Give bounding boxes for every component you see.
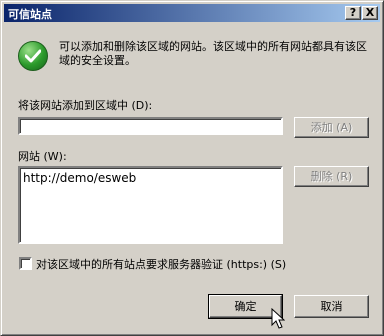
info-text: 可以添加和删除该区域的网站。该区域中的所有网站都具有该区域的安全设置。 bbox=[59, 40, 367, 67]
add-site-label: 将该网站添加到区域中 (D): bbox=[18, 99, 153, 112]
check-shield-icon bbox=[18, 41, 48, 71]
list-item[interactable]: http://demo/esweb bbox=[23, 171, 136, 185]
dialog-window: 可信站点 ? X 可以添加和删除该区域的网站。该区域中的所有网站都具有该区域的安… bbox=[0, 0, 384, 336]
https-checkbox-label[interactable]: 对该区域中的所有站点要求服务器验证 (https:) (S) bbox=[36, 256, 286, 272]
sites-list[interactable]: http://demo/esweb bbox=[18, 166, 283, 244]
title-bar[interactable]: 可信站点 ? X bbox=[4, 4, 380, 22]
mouse-cursor-icon bbox=[271, 308, 285, 329]
remove-button[interactable]: 删除 (R) bbox=[294, 166, 369, 187]
sites-label: 网站 (W): bbox=[18, 150, 67, 163]
add-site-input[interactable] bbox=[18, 117, 283, 135]
help-button[interactable]: ? bbox=[345, 6, 361, 20]
add-button[interactable]: 添加 (A) bbox=[294, 117, 369, 138]
cancel-button[interactable]: 取消 bbox=[294, 295, 369, 318]
close-button[interactable]: X bbox=[362, 6, 378, 20]
https-checkbox[interactable] bbox=[19, 257, 32, 270]
window-title: 可信站点 bbox=[8, 8, 52, 21]
